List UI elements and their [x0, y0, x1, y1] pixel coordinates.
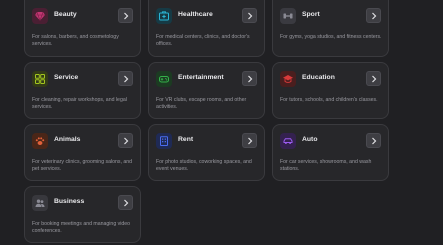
- card-description: For tutors, schools, and children's clas…: [280, 97, 378, 103]
- chevron-right-icon: [248, 75, 253, 83]
- card-title: Education: [302, 74, 335, 81]
- card-title: Beauty: [54, 11, 77, 18]
- category-card-beauty[interactable]: Beauty For salons, barbers, and cosmetol…: [24, 0, 141, 57]
- users-icon: [32, 195, 48, 211]
- open-button[interactable]: [118, 71, 133, 86]
- category-page: Beauty For salons, barbers, and cosmetol…: [0, 0, 443, 245]
- chevron-right-icon: [124, 75, 129, 83]
- chevron-right-icon: [248, 137, 253, 145]
- chevron-right-icon: [124, 137, 129, 145]
- chevron-right-icon: [372, 137, 377, 145]
- open-button[interactable]: [242, 133, 257, 148]
- category-grid: Beauty For salons, barbers, and cosmetol…: [24, 0, 389, 243]
- open-button[interactable]: [118, 8, 133, 23]
- card-title: Rent: [178, 136, 194, 143]
- gamepad-icon: [156, 71, 172, 87]
- card-description: For cleaning, repair workshops, and lega…: [32, 97, 127, 110]
- open-button[interactable]: [366, 8, 381, 23]
- card-description: For medical centers, clinics, and doctor…: [156, 34, 250, 47]
- card-description: For booking meetings and managing video …: [32, 221, 131, 234]
- scrollbar[interactable]: [428, 0, 443, 245]
- open-button[interactable]: [118, 133, 133, 148]
- chevron-right-icon: [124, 199, 129, 207]
- card-title: Sport: [302, 11, 320, 18]
- category-card-rent[interactable]: Rent For photo studios, coworking spaces…: [148, 124, 265, 181]
- category-card-sport[interactable]: Sport For gyms, yoga studios, and fitnes…: [272, 0, 389, 57]
- open-button[interactable]: [242, 71, 257, 86]
- grid-icon: [32, 71, 48, 87]
- card-description: For photo studios, coworking spaces, and…: [156, 159, 252, 172]
- graduation-icon: [280, 71, 296, 87]
- dumbbell-icon: [280, 8, 296, 24]
- building-icon: [156, 133, 172, 149]
- medkit-icon: [156, 8, 172, 24]
- paw-icon: [32, 133, 48, 149]
- card-title: Service: [54, 74, 79, 81]
- card-description: For veterinary clinics, grooming salons,…: [32, 159, 133, 172]
- category-card-service[interactable]: Service For cleaning, repair workshops, …: [24, 62, 141, 119]
- category-card-business[interactable]: Business For booking meetings and managi…: [24, 186, 141, 243]
- open-button[interactable]: [118, 195, 133, 210]
- car-icon: [280, 133, 296, 149]
- category-card-animals[interactable]: Animals For veterinary clinics, grooming…: [24, 124, 141, 181]
- chevron-right-icon: [372, 12, 377, 20]
- open-button[interactable]: [366, 133, 381, 148]
- card-title: Healthcare: [178, 11, 213, 18]
- card-title: Entertainment: [178, 74, 224, 81]
- card-description: For salons, barbers, and cosmetology ser…: [32, 34, 119, 47]
- card-title: Animals: [54, 136, 81, 143]
- card-description: For car services, showrooms, and wash st…: [280, 159, 372, 172]
- category-card-auto[interactable]: Auto For car services, showrooms, and wa…: [272, 124, 389, 181]
- card-title: Business: [54, 198, 85, 205]
- chevron-right-icon: [372, 75, 377, 83]
- card-title: Auto: [302, 136, 318, 143]
- category-card-entertainment[interactable]: Entertainment For VR clubs, escape rooms…: [148, 62, 265, 119]
- open-button[interactable]: [242, 8, 257, 23]
- gem-icon: [32, 8, 48, 24]
- category-card-education[interactable]: Education For tutors, schools, and child…: [272, 62, 389, 119]
- card-description: For VR clubs, escape rooms, and other ac…: [156, 97, 247, 110]
- category-card-healthcare[interactable]: Healthcare For medical centers, clinics,…: [148, 0, 265, 57]
- chevron-right-icon: [248, 12, 253, 20]
- card-description: For gyms, yoga studios, and fitness cent…: [280, 34, 382, 40]
- chevron-right-icon: [124, 12, 129, 20]
- open-button[interactable]: [366, 71, 381, 86]
